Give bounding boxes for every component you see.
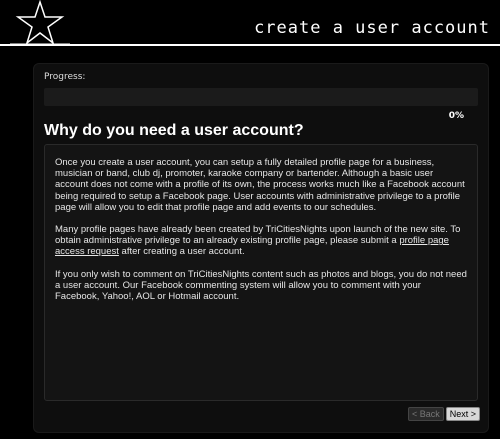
info-paragraph-2-text-b: after creating a user account. [118,246,245,258]
info-box: Once you create a user account, you can … [44,144,478,401]
page-title: create a user account [254,18,490,38]
info-paragraph-2: Many profile pages have already been cre… [55,224,467,258]
progress-label: Progress: [44,72,86,82]
signup-panel: Progress: 0% Why do you need a user acco… [33,63,489,433]
info-paragraph-3: If you only wish to comment on TriCities… [55,268,467,303]
progress-percent: 0% [448,111,464,121]
page-header: create a user account [0,0,500,48]
back-button[interactable]: < Back [407,407,444,421]
section-heading: Why do you need a user account? [44,122,304,139]
info-paragraph-1: Once you create a user account, you can … [55,157,465,213]
header-divider [0,44,500,46]
star-logo-icon [10,0,70,46]
progress-bar [44,88,478,106]
next-button[interactable]: Next > [445,407,480,421]
wizard-nav: < Back Next > [407,407,480,421]
